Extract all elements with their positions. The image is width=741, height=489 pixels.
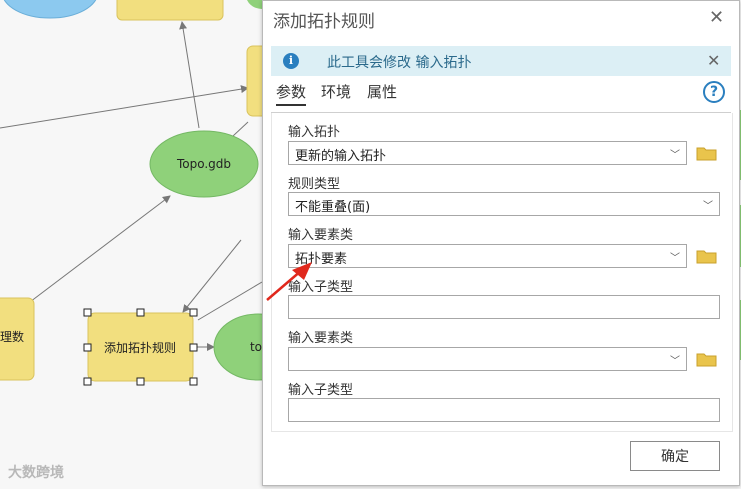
- output-node-label: to: [250, 340, 262, 354]
- rule-type-select[interactable]: 不能重叠(面) ﹀: [288, 192, 720, 216]
- chevron-down-icon[interactable]: ﹀: [703, 197, 713, 212]
- info-banner: i 此工具会修改 输入拓扑 ✕: [271, 46, 731, 76]
- input-topology-label: 输入拓扑: [288, 125, 341, 140]
- topo-gdb-label: Topo.gdb: [176, 157, 231, 171]
- watermark: 大数跨境: [8, 465, 64, 481]
- connector-line: [179, 21, 200, 129]
- input-topology-select[interactable]: 更新的输入拓扑 ﹀: [288, 141, 687, 165]
- input-feature-class-2-select[interactable]: ﹀: [288, 347, 687, 371]
- tab-environments[interactable]: 环境: [321, 81, 351, 102]
- input-feature-class-2-label: 输入要素类: [288, 331, 354, 346]
- tool-node-left-label: 理数: [0, 329, 24, 344]
- add-topology-rule-label: 添加拓扑规则: [104, 340, 176, 355]
- chevron-down-icon[interactable]: ﹀: [670, 146, 680, 161]
- input-feature-class-label: 输入要素类: [288, 228, 354, 243]
- tab-properties[interactable]: 属性: [367, 81, 397, 102]
- selection-handle[interactable]: [189, 308, 198, 317]
- help-icon[interactable]: ?: [703, 81, 725, 103]
- connector-line: [0, 85, 249, 129]
- folder-icon[interactable]: [696, 351, 718, 367]
- folder-icon[interactable]: [696, 145, 718, 161]
- close-icon[interactable]: ✕: [707, 52, 720, 70]
- selection-handle[interactable]: [83, 308, 92, 317]
- dialog-title: 添加拓扑规则: [273, 12, 375, 32]
- input-topology-value: 更新的输入拓扑: [295, 149, 387, 164]
- chevron-down-icon[interactable]: ﹀: [670, 249, 680, 264]
- selection-handle[interactable]: [136, 308, 145, 317]
- input-subtype-field[interactable]: [288, 295, 720, 319]
- tool-node-top[interactable]: [116, 0, 224, 21]
- add-topology-rule-dialog: 添加拓扑规则 ✕ i 此工具会修改 输入拓扑 ✕ 参数 环境 属性 ? 输入拓扑…: [262, 0, 740, 486]
- selection-handle[interactable]: [189, 343, 198, 352]
- rule-type-value: 不能重叠(面): [295, 200, 371, 215]
- rule-type-label: 规则类型: [288, 177, 341, 192]
- info-icon: i: [283, 53, 299, 69]
- chevron-down-icon[interactable]: ﹀: [670, 352, 680, 367]
- input-feature-class-select[interactable]: 拓扑要素 ﹀: [288, 244, 687, 268]
- annotation-arrow: [266, 262, 312, 301]
- connector-line: [182, 239, 242, 313]
- input-subtype-2-field[interactable]: [288, 398, 720, 422]
- info-message: 此工具会修改 输入拓扑: [327, 55, 472, 71]
- selection-handle[interactable]: [83, 343, 92, 352]
- selection-handle[interactable]: [189, 377, 198, 386]
- selection-handle[interactable]: [83, 377, 92, 386]
- folder-icon[interactable]: [696, 248, 718, 264]
- dataset-node-blue[interactable]: [2, 0, 98, 19]
- close-icon[interactable]: ✕: [709, 9, 724, 27]
- connector-line: [21, 195, 171, 309]
- ok-button[interactable]: 确定: [630, 441, 720, 471]
- input-subtype-2-label: 输入子类型: [288, 383, 354, 398]
- selection-handle[interactable]: [136, 377, 145, 386]
- tab-parameters[interactable]: 参数: [276, 81, 307, 106]
